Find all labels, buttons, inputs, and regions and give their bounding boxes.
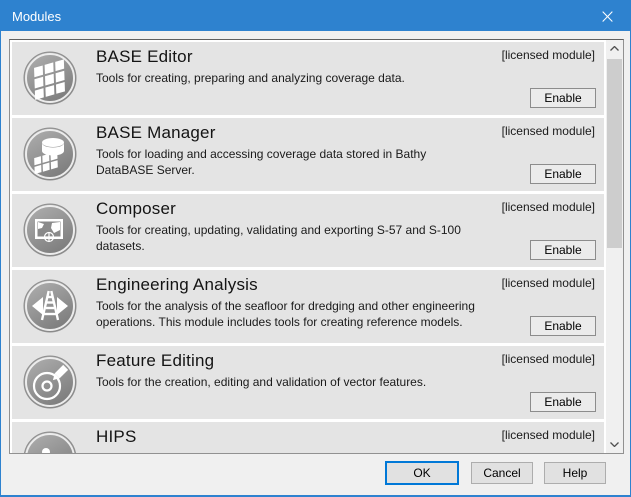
enable-button[interactable]: Enable [530,316,596,336]
module-description: Tools for loading and accessing coverage… [96,146,486,178]
module-row: Composer Tools for creating, updating, v… [12,194,604,267]
module-title: HIPS [96,425,486,449]
scroll-down-icon[interactable] [606,436,623,453]
license-status: [licensed module] [502,124,595,138]
license-status: [licensed module] [502,200,595,214]
module-description: Tools for creating, updating, validating… [96,222,486,254]
enable-button[interactable]: Enable [530,240,596,260]
module-row: HIPS [licensed module] Enable [12,422,604,453]
module-description: Tools for the creation, editing and vali… [96,374,486,390]
module-title: BASE Manager [96,121,486,145]
module-row: BASE Editor Tools for creating, preparin… [12,42,604,115]
enable-button[interactable]: Enable [530,392,596,412]
vertical-scrollbar[interactable] [606,40,623,453]
cancel-button[interactable]: Cancel [471,462,533,484]
mesh-grid-icon [22,50,78,106]
scroll-up-icon[interactable] [606,40,623,57]
titlebar: Modules × [1,1,630,31]
window-title: Modules [1,9,61,24]
module-row: Feature Editing Tools for the creation, … [12,346,604,419]
module-row: BASE Manager Tools for loading and acces… [12,118,604,191]
module-title: Feature Editing [96,349,486,373]
database-mesh-icon [22,126,78,182]
help-button[interactable]: Help [544,462,606,484]
enable-button[interactable]: Enable [530,164,596,184]
license-status: [licensed module] [502,276,595,290]
channel-ladder-icon [22,278,78,334]
module-row: Engineering Analysis Tools for the analy… [12,270,604,343]
sonar-icon [22,430,78,453]
ok-button[interactable]: OK [385,461,459,485]
module-list: BASE Editor Tools for creating, preparin… [9,39,624,454]
module-title: Composer [96,197,486,221]
module-description: Tools for creating, preparing and analyz… [96,70,486,86]
license-status: [licensed module] [502,428,595,442]
disc-pencil-icon [22,354,78,410]
module-rows: BASE Editor Tools for creating, preparin… [10,40,606,453]
module-description: Tools for the analysis of the seafloor f… [96,298,486,330]
license-status: [licensed module] [502,48,595,62]
module-title: Engineering Analysis [96,273,486,297]
enable-button[interactable]: Enable [530,88,596,108]
scrollbar-thumb[interactable] [607,59,622,248]
module-title: BASE Editor [96,45,486,69]
modules-dialog: Modules × BASE Editor Tools for creating… [0,0,631,497]
chart-frame-icon [22,202,78,258]
close-icon[interactable]: × [585,1,630,31]
license-status: [licensed module] [502,352,595,366]
